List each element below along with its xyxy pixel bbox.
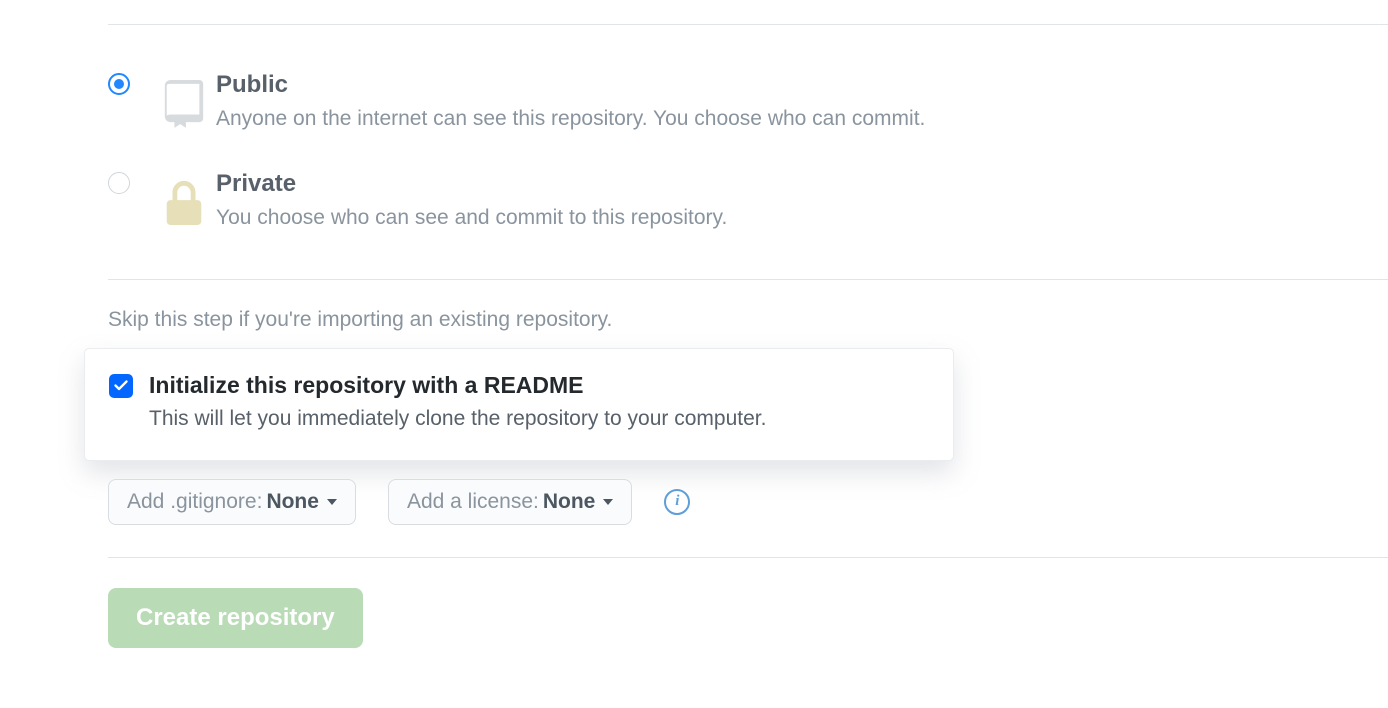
divider-bottom bbox=[108, 557, 1388, 558]
visibility-option-public[interactable]: Public Anyone on the internet can see th… bbox=[108, 61, 1388, 160]
license-value: None bbox=[543, 490, 596, 514]
dropdowns-row: Add .gitignore: None Add a license: None… bbox=[108, 461, 1388, 525]
info-icon[interactable]: i bbox=[664, 489, 690, 515]
public-desc: Anyone on the internet can see this repo… bbox=[216, 102, 1388, 136]
public-radio[interactable] bbox=[108, 73, 130, 95]
skip-text: Skip this step if you're importing an ex… bbox=[108, 280, 1388, 340]
private-desc: You choose who can see and commit to thi… bbox=[216, 201, 1388, 235]
caret-down-icon bbox=[603, 499, 613, 505]
lock-icon bbox=[152, 168, 216, 230]
visibility-option-private[interactable]: Private You choose who can see and commi… bbox=[108, 160, 1388, 243]
gitignore-dropdown[interactable]: Add .gitignore: None bbox=[108, 479, 356, 525]
private-radio[interactable] bbox=[108, 172, 130, 194]
caret-down-icon bbox=[327, 499, 337, 505]
initialize-readme-checkbox[interactable] bbox=[109, 374, 133, 398]
public-title: Public bbox=[216, 69, 1388, 100]
private-title: Private bbox=[216, 168, 1388, 199]
visibility-section: Public Anyone on the internet can see th… bbox=[108, 25, 1388, 279]
readme-title: Initialize this repository with a README bbox=[149, 371, 766, 401]
initialize-readme-card: Initialize this repository with a README… bbox=[84, 348, 954, 461]
readme-desc: This will let you immediately clone the … bbox=[149, 402, 766, 436]
check-icon bbox=[113, 378, 129, 394]
gitignore-label: Add .gitignore: bbox=[127, 490, 262, 514]
create-repository-button[interactable]: Create repository bbox=[108, 588, 363, 648]
gitignore-value: None bbox=[266, 490, 319, 514]
license-label: Add a license: bbox=[407, 490, 539, 514]
license-dropdown[interactable]: Add a license: None bbox=[388, 479, 632, 525]
repo-icon bbox=[152, 69, 216, 131]
